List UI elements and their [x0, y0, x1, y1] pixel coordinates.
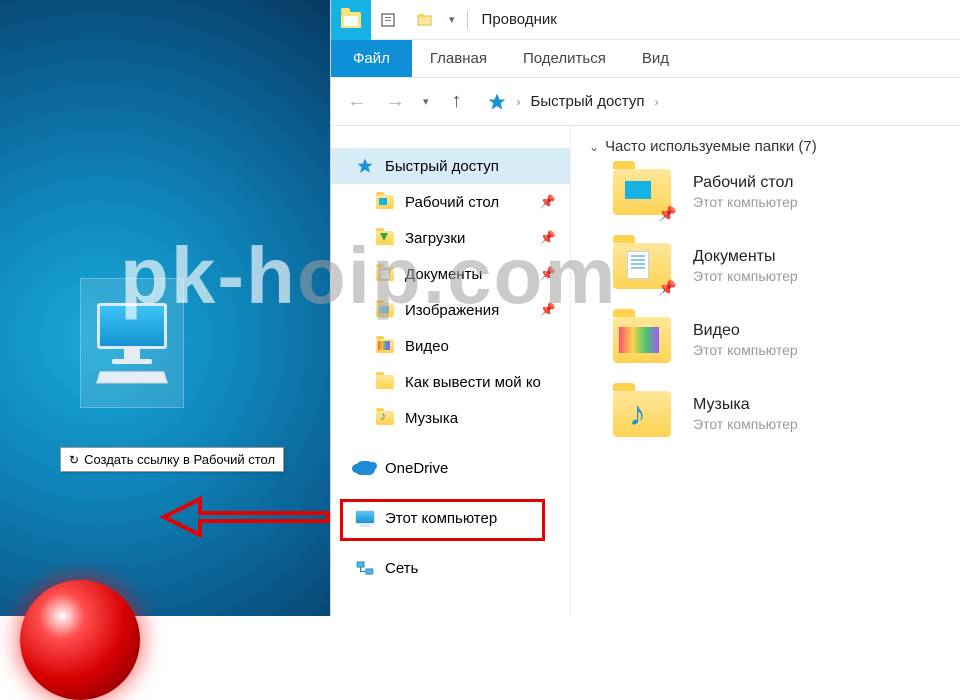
- tab-home[interactable]: Главная: [412, 40, 505, 77]
- red-circle-decor: [20, 580, 140, 700]
- pin-icon: 📌: [540, 230, 556, 246]
- navpane-howto[interactable]: Как вывести мой ко: [331, 364, 570, 400]
- navpane-network[interactable]: Сеть: [331, 550, 570, 586]
- breadcrumb[interactable]: › Быстрый доступ ›: [487, 92, 659, 112]
- navpane-music[interactable]: Музыка: [331, 400, 570, 436]
- navpane-quick-access[interactable]: Быстрый доступ: [331, 148, 570, 184]
- pin-icon: 📌: [540, 194, 556, 210]
- folder-location: Этот компьютер: [693, 416, 798, 432]
- qat-dropdown-icon[interactable]: ▾: [443, 13, 461, 26]
- navpane-downloads[interactable]: Загрузки 📌: [331, 220, 570, 256]
- navpane-label: Рабочий стол: [405, 194, 499, 211]
- navpane-label: Сеть: [385, 560, 418, 577]
- this-pc-icon: [355, 508, 375, 528]
- qat-new-folder-button[interactable]: [407, 11, 443, 29]
- nav-forward-button[interactable]: →: [379, 86, 411, 118]
- pin-icon: 📌: [658, 205, 677, 223]
- navigation-pane: Быстрый доступ Рабочий стол 📌 Загрузки 📌…: [331, 126, 571, 616]
- group-header-label: Часто используемые папки (7): [605, 138, 817, 155]
- navpane-label: Как вывести мой ко: [405, 374, 541, 391]
- navpane-documents[interactable]: Документы 📌: [331, 256, 570, 292]
- navpane-pictures[interactable]: Изображения 📌: [331, 292, 570, 328]
- folder-icon: [375, 192, 395, 212]
- navpane-desktop[interactable]: Рабочий стол 📌: [331, 184, 570, 220]
- folder-item-music[interactable]: Музыка Этот компьютер: [613, 391, 948, 437]
- explorer-window: ▾ Проводник Файл Главная Поделиться Вид …: [330, 0, 960, 616]
- folder-icon: [375, 300, 395, 320]
- qat-properties-button[interactable]: [371, 11, 407, 29]
- folder-icon: [375, 228, 395, 248]
- quick-access-star-icon: [355, 156, 375, 176]
- drag-tooltip-label: Создать ссылку в Рабочий стол: [84, 452, 275, 467]
- pin-icon: 📌: [540, 266, 556, 282]
- nav-up-button[interactable]: ↑: [441, 86, 473, 118]
- navpane-label: Видео: [405, 338, 449, 355]
- tab-share[interactable]: Поделиться: [505, 40, 624, 77]
- navpane-onedrive[interactable]: OneDrive: [331, 450, 570, 486]
- folder-icon: 📌: [613, 243, 671, 289]
- quick-access-toolbar-folder-icon[interactable]: [331, 0, 371, 40]
- folder-icon: [375, 408, 395, 428]
- folder-icon: [375, 336, 395, 356]
- titlebar: ▾ Проводник: [331, 0, 960, 40]
- pin-icon: 📌: [540, 302, 556, 318]
- content-pane: ⌄ Часто используемые папки (7) 📌 Рабочий…: [571, 126, 960, 616]
- folder-location: Этот компьютер: [693, 194, 798, 210]
- chevron-down-icon: ⌄: [589, 140, 599, 154]
- network-icon: [355, 558, 375, 578]
- group-header-frequent-folders[interactable]: ⌄ Часто используемые папки (7): [583, 134, 948, 169]
- ribbon-tabs: Файл Главная Поделиться Вид: [331, 40, 960, 78]
- folder-name: Документы: [693, 248, 798, 266]
- drag-create-shortcut-tooltip: ↻ Создать ссылку в Рабочий стол: [60, 447, 284, 472]
- folder-name: Музыка: [693, 396, 798, 414]
- navpane-video[interactable]: Видео: [331, 328, 570, 364]
- chevron-right-icon: ›: [517, 95, 521, 109]
- tab-file[interactable]: Файл: [331, 40, 412, 77]
- folder-icon: [613, 317, 671, 363]
- folder-icon: [613, 391, 671, 437]
- explorer-body: Быстрый доступ Рабочий стол 📌 Загрузки 📌…: [331, 126, 960, 616]
- folder-location: Этот компьютер: [693, 342, 798, 358]
- navpane-label: Документы: [405, 266, 482, 283]
- quick-access-star-icon: [487, 92, 507, 112]
- folder-icon: 📌: [613, 169, 671, 215]
- folder-grid: 📌 Рабочий стол Этот компьютер 📌 Документ…: [583, 169, 948, 437]
- navpane-label: Этот компьютер: [385, 510, 497, 527]
- navigation-bar: ← → ▾ ↑ › Быстрый доступ ›: [331, 78, 960, 126]
- nav-history-dropdown-icon[interactable]: ▾: [417, 95, 435, 108]
- folder-item-desktop[interactable]: 📌 Рабочий стол Этот компьютер: [613, 169, 948, 215]
- keyboard-icon: [96, 371, 168, 383]
- onedrive-icon: [355, 458, 375, 478]
- folder-item-documents[interactable]: 📌 Документы Этот компьютер: [613, 243, 948, 289]
- desktop-this-pc-icon[interactable]: [80, 278, 184, 408]
- folder-name: Видео: [693, 322, 798, 340]
- folder-location: Этот компьютер: [693, 268, 798, 284]
- navpane-label: Быстрый доступ: [385, 158, 499, 175]
- navpane-this-pc[interactable]: Этот компьютер: [331, 500, 570, 536]
- chevron-right-icon: ›: [654, 95, 658, 109]
- folder-icon: [375, 264, 395, 284]
- folder-icon: [375, 372, 395, 392]
- navpane-label: Музыка: [405, 410, 458, 427]
- folder-name: Рабочий стол: [693, 174, 798, 192]
- monitor-icon: [97, 303, 167, 349]
- folder-item-video[interactable]: Видео Этот компьютер: [613, 317, 948, 363]
- nav-back-button[interactable]: ←: [341, 86, 373, 118]
- refresh-icon: ↻: [69, 453, 79, 467]
- tab-view[interactable]: Вид: [624, 40, 687, 77]
- navpane-label: Загрузки: [405, 230, 465, 247]
- desktop-background: [0, 0, 330, 616]
- breadcrumb-root[interactable]: Быстрый доступ: [531, 93, 645, 110]
- navpane-label: OneDrive: [385, 460, 448, 477]
- pin-icon: 📌: [658, 279, 677, 297]
- window-title: Проводник: [482, 11, 557, 28]
- navpane-label: Изображения: [405, 302, 499, 319]
